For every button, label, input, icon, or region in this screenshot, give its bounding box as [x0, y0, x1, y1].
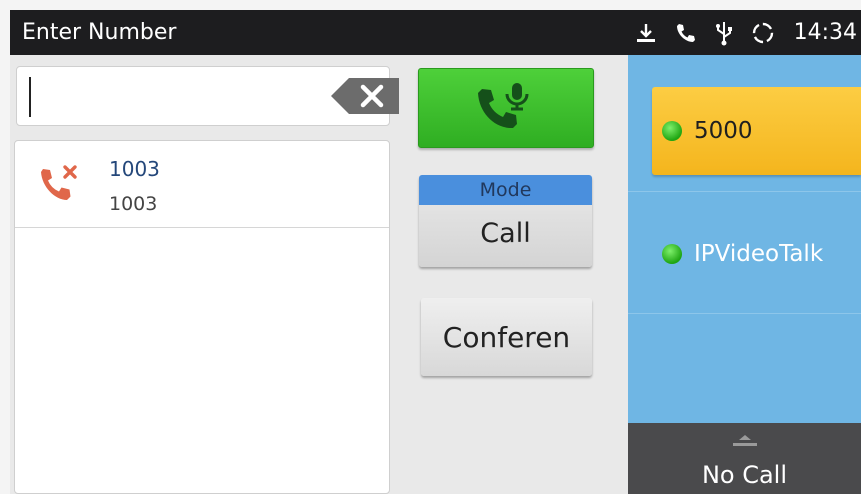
download-icon	[634, 21, 658, 45]
sync-icon	[750, 20, 776, 46]
history-contact-name: 1003	[109, 157, 160, 181]
mode-header: Mode	[419, 175, 592, 205]
pull-up-handle-icon	[732, 433, 758, 452]
window-frame-left	[0, 0, 10, 494]
account-status-dot	[662, 121, 682, 141]
account-ipvideotalk[interactable]: IPVideoTalk	[652, 210, 861, 298]
mode-button[interactable]: Mode Call	[419, 175, 592, 267]
backspace-button[interactable]	[331, 77, 399, 115]
number-input[interactable]	[16, 66, 399, 126]
clock: 14:34	[793, 20, 857, 45]
usb-icon	[714, 20, 734, 46]
account-label: IPVideoTalk	[694, 241, 824, 267]
status-icons: 14:34	[634, 20, 861, 46]
divider	[628, 191, 861, 192]
account-status-dot	[662, 244, 682, 264]
call-history-list: 1003 1003	[14, 140, 390, 494]
window-frame-top	[0, 0, 861, 10]
history-row[interactable]: 1003 1003	[15, 141, 389, 228]
text-cursor	[29, 77, 31, 117]
account-5000[interactable]: 5000	[652, 87, 861, 175]
mode-value: Call	[480, 217, 531, 249]
conference-button[interactable]: Conferen	[421, 298, 592, 376]
history-contact-number: 1003	[109, 193, 158, 215]
dial-button[interactable]	[418, 68, 594, 148]
missed-call-icon	[37, 161, 83, 211]
accounts-panel: 5000 IPVideoTalk No Call	[628, 55, 861, 494]
voice-call-icon	[478, 83, 529, 129]
account-label: 5000	[694, 118, 753, 144]
phone-icon	[674, 21, 698, 45]
status-bar: Enter Number 14:34	[10, 10, 861, 55]
screen-title: Enter Number	[22, 20, 177, 45]
divider	[628, 313, 861, 314]
backspace-icon	[331, 78, 399, 114]
call-status-label: No Call	[701, 461, 788, 489]
call-status-bar[interactable]: No Call	[628, 423, 861, 494]
